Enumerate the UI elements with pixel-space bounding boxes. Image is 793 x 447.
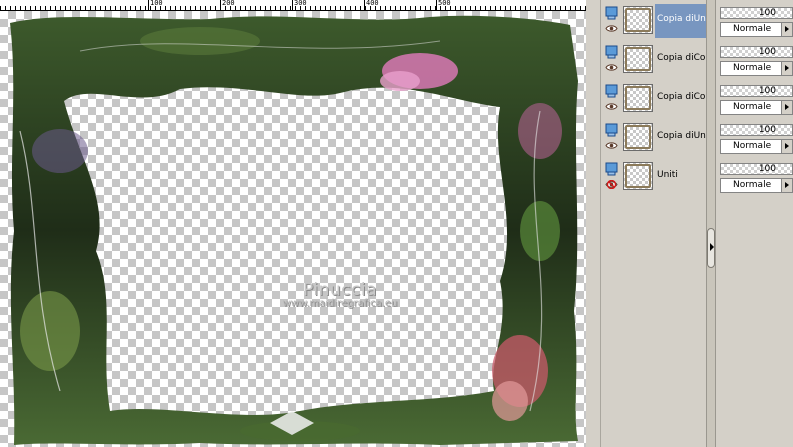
layer-raster-icon [605,162,618,176]
layer-thumbnail[interactable] [623,6,653,34]
eye-icon[interactable] [605,24,618,33]
layer-thumbnail[interactable] [623,123,653,151]
opacity-value: 100 [758,86,776,96]
layer-properties-row: 100 Normale [716,158,793,196]
blend-mode-value: Normale [733,102,772,112]
blend-mode-select[interactable]: Normale [720,178,793,193]
chevron-right-icon [710,243,714,251]
opacity-slider[interactable]: 100 [720,85,793,97]
layer-thumbnail[interactable] [623,84,653,112]
blend-mode-value: Normale [733,63,772,73]
blend-mode-value: Normale [733,180,772,190]
eye-icon[interactable] [605,102,618,111]
layer-properties-row: 100 Normale [716,2,793,40]
layer-raster-icon [605,45,618,59]
dropdown-arrow-icon[interactable] [781,101,792,114]
panel-splitter[interactable] [706,0,716,447]
blend-mode-select[interactable]: Normale [720,139,793,154]
ruler-label: 400 [364,0,379,10]
layer-name[interactable]: Copia diCop [655,43,709,77]
blend-mode-select[interactable]: Normale [720,22,793,37]
image-canvas[interactable]: 100 200 300 400 500 Pinuccia www.maidire… [0,0,586,447]
blend-mode-select[interactable]: Normale [720,100,793,115]
layer-row[interactable]: Uniti [601,158,707,196]
opacity-slider[interactable]: 100 [720,124,793,136]
eye-icon[interactable] [605,63,618,72]
opacity-value: 100 [758,164,776,174]
opacity-slider[interactable]: 100 [720,7,793,19]
opacity-value: 100 [758,47,776,57]
layer-name[interactable]: Copia diUni [655,121,709,155]
dropdown-arrow-icon[interactable] [781,179,792,192]
layer-name[interactable]: Copia diUni [655,4,709,38]
layer-name[interactable]: Uniti [655,160,709,194]
opacity-value: 100 [758,125,776,135]
horizontal-ruler: 100 200 300 400 500 [0,0,586,11]
blend-mode-select[interactable]: Normale [720,61,793,76]
layer-name[interactable]: Copia diCop [655,82,709,116]
layers-panel: Copia diUni Copia diCop Copia diCop Copi… [600,0,709,447]
blend-mode-value: Normale [733,24,772,34]
canvas-edge [586,0,600,447]
blend-mode-value: Normale [733,141,772,151]
layer-thumbnail[interactable] [623,162,653,190]
layer-properties-row: 100 Normale [716,80,793,118]
layer-thumbnail[interactable] [623,45,653,73]
layer-properties-panel: 100 Normale 100 Normale 100 Normale 100 … [716,0,793,447]
ruler-label: 100 [148,0,163,10]
dropdown-arrow-icon[interactable] [781,140,792,153]
ruler-label: 200 [220,0,235,10]
opacity-value: 100 [758,8,776,18]
layer-raster-icon [605,123,618,137]
eye-hidden-icon[interactable] [605,180,618,189]
layer-row[interactable]: Copia diUni [601,119,709,157]
ruler-label: 300 [292,0,307,10]
dropdown-arrow-icon[interactable] [781,23,792,36]
layer-properties-row: 100 Normale [716,119,793,157]
garden-photo-frame [10,15,578,446]
dropdown-arrow-icon[interactable] [781,62,792,75]
splitter-handle[interactable] [707,228,715,268]
layer-row[interactable]: Copia diUni [601,2,709,40]
layer-raster-icon [605,84,618,98]
layer-row[interactable]: Copia diCop [601,80,709,118]
layer-properties-row: 100 Normale [716,41,793,79]
opacity-slider[interactable]: 100 [720,163,793,175]
layer-raster-icon [605,6,618,20]
opacity-slider[interactable]: 100 [720,46,793,58]
ruler-label: 500 [436,0,451,10]
eye-icon[interactable] [605,141,618,150]
layer-row[interactable]: Copia diCop [601,41,709,79]
